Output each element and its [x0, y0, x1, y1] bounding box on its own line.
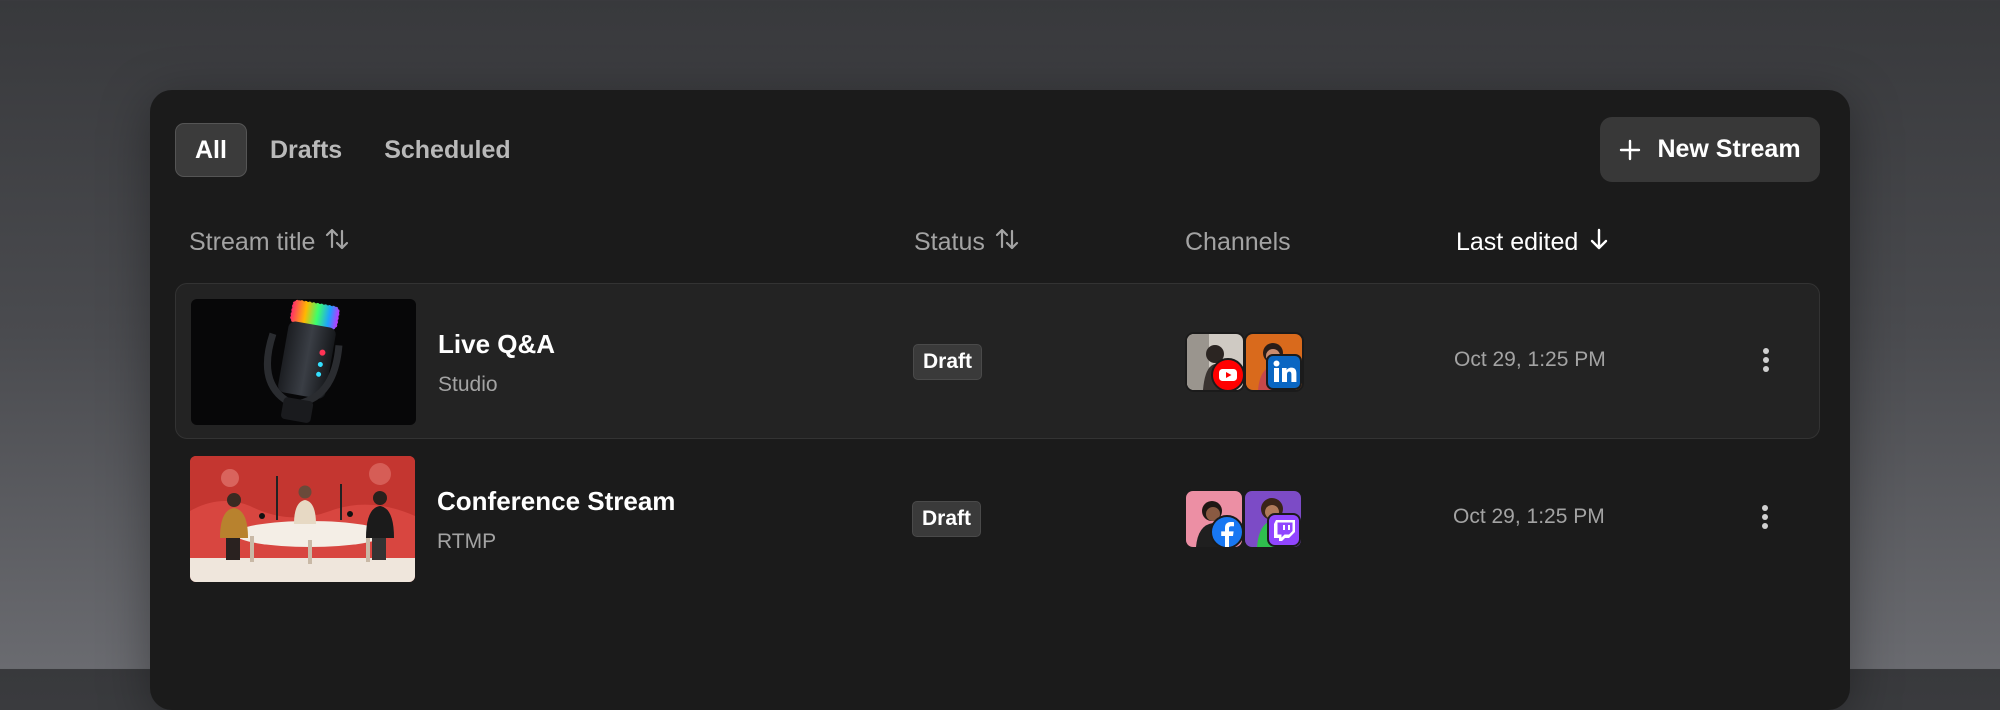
stream-thumbnail — [191, 299, 416, 425]
more-options-button[interactable] — [1745, 497, 1785, 541]
channel-list — [1184, 489, 1305, 549]
channel-list — [1185, 332, 1306, 392]
tab-all[interactable]: All — [175, 123, 247, 177]
new-stream-button[interactable]: New Stream — [1600, 117, 1820, 182]
new-stream-label: New Stream — [1657, 135, 1801, 163]
stream-source: Studio — [438, 373, 498, 396]
channel-avatar-facebook — [1184, 489, 1244, 549]
linkedin-icon — [1266, 354, 1302, 390]
last-edited-date: Oct 29, 1:25 PM — [1453, 505, 1605, 528]
channel-avatar-twitch — [1243, 489, 1303, 549]
sort-icon — [993, 225, 1021, 260]
streams-panel: All Drafts Scheduled New Stream Stream t… — [150, 90, 1850, 710]
arrow-down-icon — [1586, 226, 1612, 259]
tab-drafts[interactable]: Drafts — [251, 123, 361, 177]
stream-source: RTMP — [437, 530, 497, 553]
stream-title[interactable]: Live Q&A — [438, 329, 555, 360]
more-options-button[interactable] — [1746, 340, 1786, 384]
sort-icon — [323, 225, 351, 260]
facebook-icon — [1210, 515, 1242, 547]
filter-tabs: All Drafts Scheduled — [175, 123, 530, 177]
plus-icon — [1619, 139, 1641, 161]
status-badge: Draft — [913, 344, 983, 380]
last-edited-date: Oct 29, 1:25 PM — [1454, 348, 1606, 371]
table-header: Stream title Status Channels Last edited — [150, 222, 1850, 262]
table-row[interactable]: Live Q&A Studio Draft Oct 29, 1:25 PM — [175, 283, 1820, 439]
status-badge: Draft — [912, 501, 982, 537]
table-row[interactable]: Conference Stream RTMP Draft Oct 29, 1:2… — [175, 441, 1820, 597]
youtube-icon — [1211, 358, 1243, 390]
twitch-icon — [1267, 513, 1301, 547]
column-header-title[interactable]: Stream title — [189, 222, 351, 262]
stream-thumbnail — [190, 456, 415, 582]
stream-title[interactable]: Conference Stream — [437, 486, 675, 517]
more-vertical-icon — [1762, 347, 1770, 378]
column-header-last-edited[interactable]: Last edited — [1456, 222, 1612, 262]
more-vertical-icon — [1761, 504, 1769, 535]
column-header-channels: Channels — [1185, 227, 1291, 256]
column-header-status[interactable]: Status — [914, 222, 1021, 262]
tab-scheduled[interactable]: Scheduled — [365, 123, 529, 177]
channel-avatar-linkedin — [1244, 332, 1304, 392]
channel-avatar-youtube — [1185, 332, 1245, 392]
